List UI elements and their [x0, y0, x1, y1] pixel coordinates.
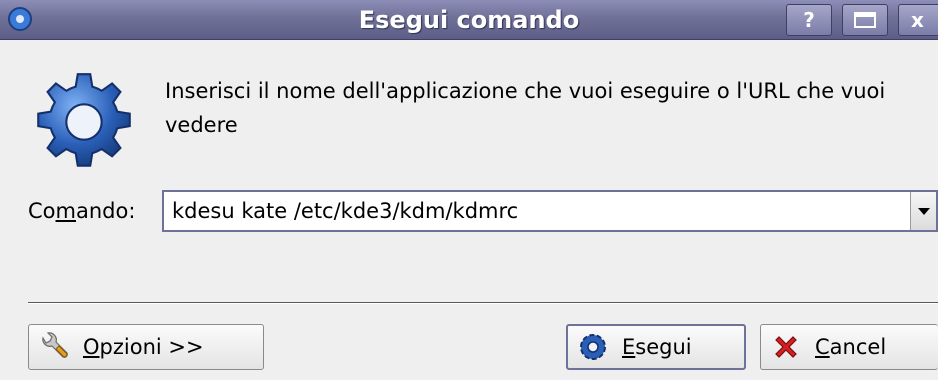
maximize-button[interactable]	[842, 4, 888, 36]
cancel-x-icon	[775, 336, 797, 358]
title-bar[interactable]: Esegui comando ? x	[0, 0, 938, 40]
run-label: Esegui	[622, 335, 692, 359]
gear-icon	[37, 73, 131, 167]
separator	[28, 302, 938, 304]
maximize-icon	[854, 12, 876, 28]
command-label: Comando:	[28, 199, 136, 223]
gear-icon	[580, 334, 606, 360]
options-button[interactable]: Opzioni >>	[28, 324, 264, 370]
help-button[interactable]: ?	[786, 4, 832, 36]
cancel-button[interactable]: Cancel	[760, 324, 938, 370]
command-input[interactable]	[172, 194, 892, 228]
run-button[interactable]: Esegui	[566, 324, 746, 370]
combobox-dropdown-button[interactable]	[910, 192, 936, 230]
cancel-label: Cancel	[815, 335, 887, 359]
wrench-icon	[42, 332, 68, 358]
close-button[interactable]: x	[898, 4, 938, 36]
options-label: Opzioni >>	[83, 335, 204, 359]
dialog-description: Inserisci il nome dell'applicazione che …	[165, 79, 886, 137]
command-combobox[interactable]	[162, 190, 938, 232]
